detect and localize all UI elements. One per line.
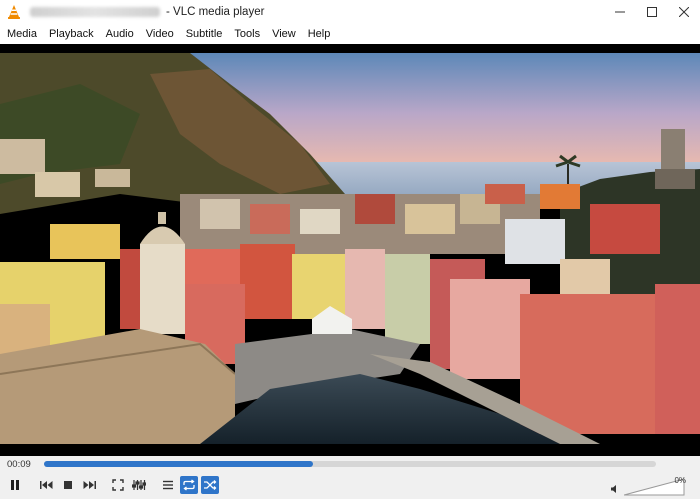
playlist-button[interactable] — [159, 476, 177, 494]
shuffle-button[interactable] — [201, 476, 219, 494]
previous-button[interactable] — [38, 476, 56, 494]
menu-help[interactable]: Help — [303, 28, 336, 40]
seek-bar[interactable] — [44, 461, 656, 467]
previous-icon — [40, 481, 53, 489]
minimize-button[interactable] — [604, 0, 636, 24]
fullscreen-icon — [112, 479, 124, 491]
window-title: - VLC media player — [166, 6, 265, 18]
video-frame-image — [0, 44, 700, 456]
menu-subtitle[interactable]: Subtitle — [181, 28, 228, 40]
menu-tools[interactable]: Tools — [229, 28, 265, 40]
playback-controls: 00:09 0% — [0, 456, 700, 499]
close-button[interactable] — [668, 0, 700, 24]
extended-settings-icon — [132, 480, 146, 490]
blurred-file-name — [30, 7, 160, 17]
close-icon — [679, 7, 689, 17]
next-icon — [83, 481, 96, 489]
shuffle-icon — [204, 480, 217, 490]
stop-icon — [64, 481, 72, 489]
volume-control[interactable]: 0% — [610, 476, 688, 496]
volume-percentage: 0% — [674, 476, 686, 485]
fullscreen-button[interactable] — [109, 476, 127, 494]
seek-progress — [44, 461, 314, 467]
menu-view[interactable]: View — [267, 28, 301, 40]
stop-button[interactable] — [59, 476, 77, 494]
menu-playback[interactable]: Playback — [44, 28, 99, 40]
menu-audio[interactable]: Audio — [101, 28, 139, 40]
extended-settings-button[interactable] — [130, 476, 148, 494]
playlist-icon — [163, 480, 173, 490]
maximize-icon — [647, 7, 657, 17]
loop-button[interactable] — [180, 476, 198, 494]
minimize-icon — [615, 11, 625, 13]
menu-video[interactable]: Video — [141, 28, 179, 40]
menu-media[interactable]: Media — [2, 28, 42, 40]
video-display[interactable] — [0, 44, 700, 456]
next-button[interactable] — [80, 476, 98, 494]
maximize-button[interactable] — [636, 0, 668, 24]
volume-icon[interactable] — [610, 484, 620, 494]
pause-icon — [11, 480, 19, 490]
menu-bar: Media Playback Audio Video Subtitle Tool… — [0, 24, 700, 45]
loop-icon — [183, 479, 195, 491]
vlc-cone-icon — [8, 5, 20, 19]
title-bar: - VLC media player — [0, 0, 700, 24]
pause-button[interactable] — [6, 476, 24, 494]
elapsed-time: 00:09 — [7, 459, 31, 470]
window-controls — [604, 0, 700, 24]
